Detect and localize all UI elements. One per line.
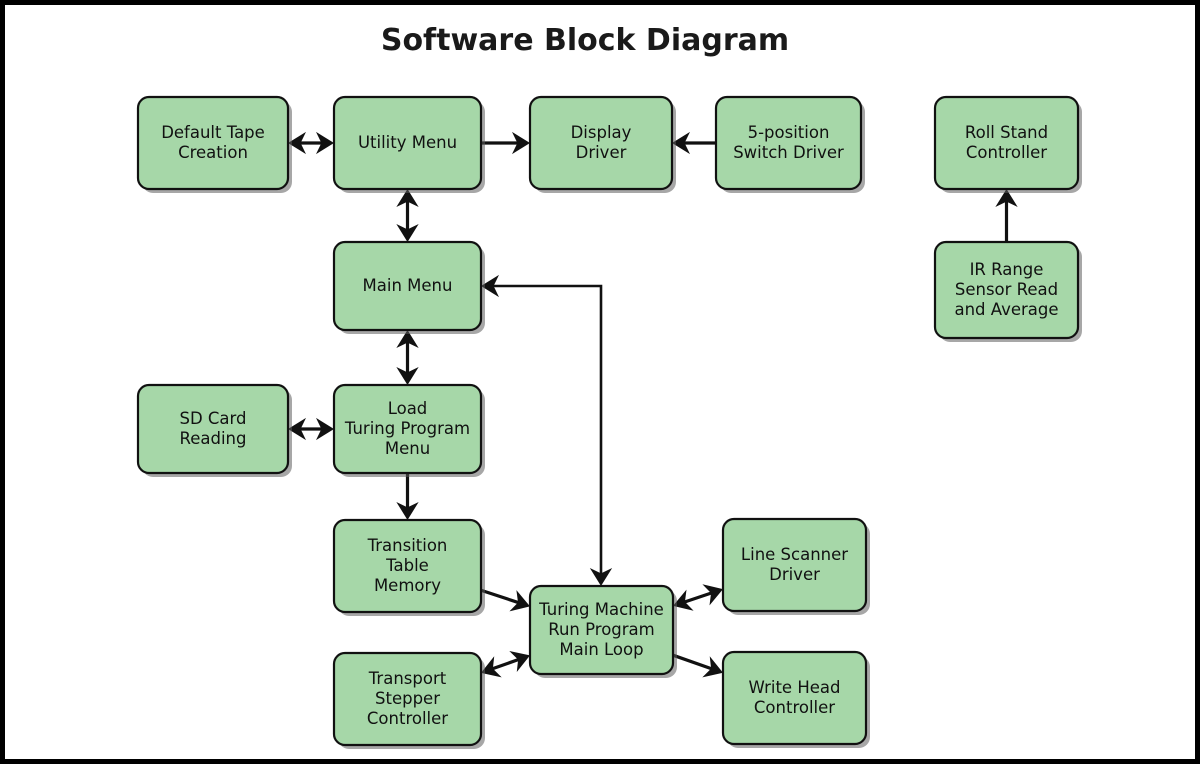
connector-transport-stepper-to-turing-machine <box>481 650 530 678</box>
block-write-head-controller[interactable]: Write Head Controller <box>721 650 870 748</box>
block-label-line: Reading <box>180 429 247 448</box>
block-label-line: Controller <box>367 709 448 728</box>
block-label-line: and Average <box>954 300 1058 319</box>
block-transport-stepper-controller[interactable]: Transport Stepper Controller <box>332 651 485 749</box>
block-label-line: Default Tape <box>161 123 265 142</box>
block-label: Roll Stand Controller <box>965 123 1048 162</box>
block-label-line: Transition <box>367 536 448 555</box>
block-label-line: Stepper <box>375 689 440 708</box>
block-sd-card-reading[interactable]: SD Card Reading <box>136 383 292 477</box>
block-label: Display Driver <box>571 123 632 162</box>
block-label-line: Switch Driver <box>733 143 844 162</box>
block-label: SD Card Reading <box>179 409 246 448</box>
block-label: Main Menu <box>363 276 453 295</box>
block-load-turing-program-menu[interactable]: Load Turing Program Menu <box>332 383 485 477</box>
connector-main-menu-to-load-turing-menu <box>396 330 419 385</box>
block-label-line: Driver <box>769 565 820 584</box>
block-label-line: Roll Stand <box>965 123 1048 142</box>
block-label: 5-position Switch Driver <box>733 123 844 162</box>
connector-utility-menu-to-main-menu <box>396 189 419 242</box>
software-block-diagram: Software Block Diagram Default Tape Creat… <box>0 0 1200 764</box>
block-line-scanner-driver[interactable]: Line Scanner Driver <box>721 517 870 615</box>
block-label: Write Head Controller <box>749 678 841 717</box>
connector-load-turing-menu-to-transition-table <box>396 473 419 520</box>
block-label-line: IR Range <box>970 260 1044 279</box>
connector-default-tape-to-utility-menu <box>288 131 334 155</box>
block-roll-stand-controller[interactable]: Roll Stand Controller <box>933 95 1082 193</box>
block-label: Utility Menu <box>358 133 457 152</box>
connector-turing-machine-to-line-scanner <box>673 584 723 611</box>
block-label-line: Creation <box>178 143 248 162</box>
block-main-menu[interactable]: Main Menu <box>332 240 485 334</box>
block-label-line: Load <box>388 399 428 418</box>
block-label: Transport Stepper Controller <box>367 669 448 728</box>
block-label-line: Utility Menu <box>358 133 457 152</box>
block-turing-machine-main-loop[interactable]: Turing Machine Run Program Main Loop <box>528 584 677 678</box>
connector-utility-menu-to-display-driver <box>481 131 530 155</box>
block-label-line: Table <box>385 556 429 575</box>
block-label-line: Line Scanner <box>741 545 848 564</box>
block-label-line: Menu <box>385 439 430 458</box>
diagram-canvas: Software Block Diagram Default Tape Creat… <box>136 23 1082 749</box>
block-label-line: SD Card <box>179 409 246 428</box>
block-label-line: Transport <box>368 669 447 688</box>
block-display-driver[interactable]: Display Driver <box>528 95 676 193</box>
block-label-line: Sensor Read <box>955 280 1058 299</box>
block-label-line: Driver <box>576 143 627 162</box>
block-default-tape-creation[interactable]: Default Tape Creation <box>136 95 292 193</box>
block-label-line: Turing Machine <box>538 600 664 619</box>
connector-turing-machine-to-write-head <box>672 653 723 678</box>
block-label-line: Display <box>571 123 632 142</box>
block-label-line: Memory <box>374 576 441 595</box>
block-label-line: Controller <box>966 143 1047 162</box>
block-label-line: Run Program <box>548 620 655 639</box>
connector-switch-driver-to-display-driver <box>672 131 716 155</box>
block-ir-range-sensor[interactable]: IR Range Sensor Read and Average <box>933 240 1082 342</box>
block-label-line: Main Menu <box>363 276 453 295</box>
connector-transition-table-to-turing-machine <box>480 588 530 612</box>
block-label-line: Write Head <box>749 678 841 697</box>
block-label: IR Range Sensor Read and Average <box>954 260 1058 319</box>
block-five-position-switch-driver[interactable]: 5-position Switch Driver <box>714 95 865 193</box>
block-label-line: Main Loop <box>559 640 643 659</box>
nodes-layer: Default Tape CreationUtility MenuDisplay D… <box>136 95 1082 749</box>
connector-sd-card-to-load-turing-menu <box>288 417 334 441</box>
connector-ir-range-to-roll-stand <box>995 189 1018 242</box>
block-label-line: Turing Program <box>344 419 470 438</box>
block-label-line: Controller <box>754 698 835 717</box>
block-transition-table-memory[interactable]: Transition Table Memory <box>332 518 485 616</box>
block-utility-menu[interactable]: Utility Menu <box>332 95 485 193</box>
page-title: Software Block Diagram <box>381 23 789 58</box>
block-label-line: 5-position <box>748 123 830 142</box>
connector-turing-machine-to-main-menu <box>481 274 613 586</box>
